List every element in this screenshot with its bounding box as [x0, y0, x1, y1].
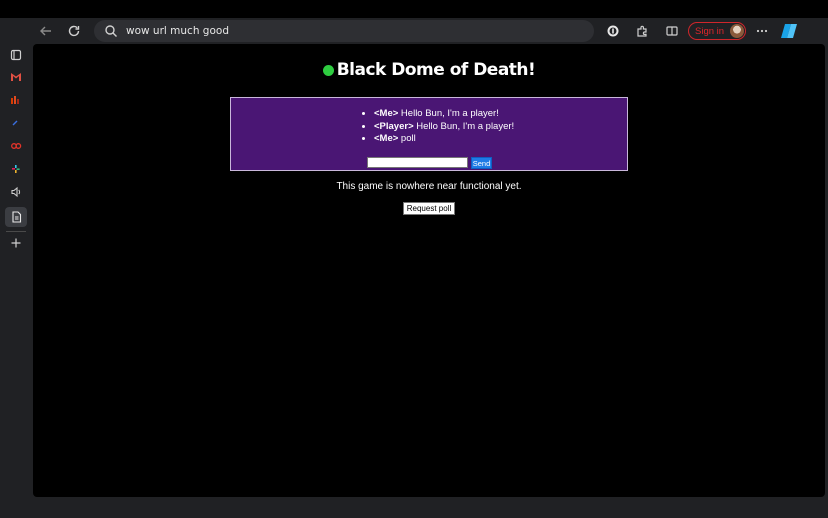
chat-text: Hello Bun, I'm a player!: [398, 108, 499, 119]
sign-in-label: Sign in: [695, 25, 725, 37]
request-poll-button[interactable]: Request poll: [403, 202, 455, 215]
chat-panel: <Me> Hello Bun, I'm a player! <Player> H…: [230, 97, 628, 171]
page-title: Black Dome of Death!: [33, 60, 825, 80]
address-input[interactable]: [126, 25, 566, 37]
sidebar-divider: [6, 231, 26, 232]
sidebar: [0, 44, 32, 518]
chat-message: <Me> poll: [374, 133, 514, 146]
sign-in-button[interactable]: Sign in: [688, 22, 746, 40]
chat-message: <Me> Hello Bun, I'm a player!: [374, 108, 514, 121]
chat-sender: <Me>: [374, 133, 399, 144]
page-title-text: Black Dome of Death!: [336, 60, 536, 80]
gmail-icon[interactable]: [5, 67, 27, 87]
extensions-icon[interactable]: [631, 20, 653, 42]
slack-icon[interactable]: [5, 159, 27, 179]
games-icon[interactable]: [5, 136, 27, 156]
speaker-icon[interactable]: [5, 182, 27, 202]
chat-sender: <Player>: [374, 120, 414, 132]
page-viewport: Black Dome of Death! <Me> Hello Bun, I'm…: [33, 44, 825, 497]
split-screen-icon[interactable]: [661, 20, 683, 42]
password-manager-icon[interactable]: [602, 20, 624, 42]
back-icon[interactable]: [35, 20, 57, 42]
search-icon: [105, 25, 117, 37]
page-icon[interactable]: [5, 207, 27, 227]
chat-sender: <Me>: [374, 108, 399, 119]
send-button[interactable]: Send: [471, 157, 492, 169]
chat-text: Hello Bun, I'm a player!: [413, 120, 515, 132]
status-dot-icon: [322, 65, 334, 76]
title-bar: [0, 0, 828, 18]
browser-window: Sign in: [0, 0, 828, 518]
edge-tool-icon[interactable]: [5, 113, 27, 133]
avatar: [730, 24, 744, 38]
more-options-icon[interactable]: [751, 20, 773, 42]
chat-message-list: <Me> Hello Bun, I'm a player! <Player> H…: [361, 108, 514, 146]
copilot-icon[interactable]: [780, 22, 798, 40]
tab-actions-icon[interactable]: [5, 45, 27, 65]
add-icon[interactable]: [5, 233, 27, 253]
chat-message: <Player> Hello Bun, I'm a player!: [374, 121, 514, 134]
chat-input[interactable]: [367, 157, 468, 168]
chat-text: poll: [398, 133, 416, 144]
refresh-icon[interactable]: [63, 20, 85, 42]
address-bar[interactable]: [94, 20, 594, 42]
status-text: This game is nowhere near functional yet…: [336, 181, 522, 192]
office-icon[interactable]: [5, 90, 27, 110]
